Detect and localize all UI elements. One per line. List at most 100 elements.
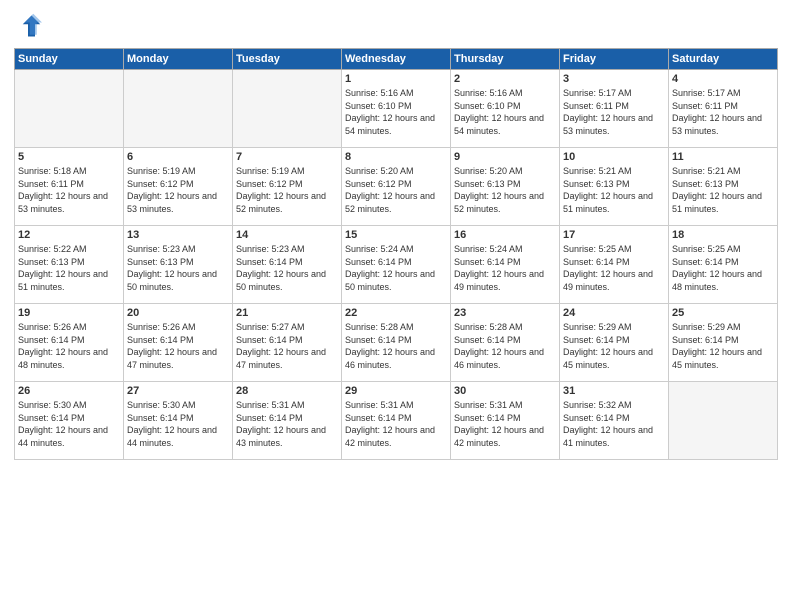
day-info: Sunrise: 5:26 AMSunset: 6:14 PMDaylight:… — [127, 321, 229, 371]
day-info: Sunrise: 5:17 AMSunset: 6:11 PMDaylight:… — [563, 87, 665, 137]
day-info: Sunrise: 5:29 AMSunset: 6:14 PMDaylight:… — [672, 321, 774, 371]
calendar-cell: 28 Sunrise: 5:31 AMSunset: 6:14 PMDayligh… — [233, 382, 342, 460]
day-number: 11 — [672, 151, 774, 163]
day-info: Sunrise: 5:31 AMSunset: 6:14 PMDaylight:… — [345, 399, 447, 449]
calendar-cell: 9 Sunrise: 5:20 AMSunset: 6:13 PMDaylight… — [451, 148, 560, 226]
calendar-cell: 5 Sunrise: 5:18 AMSunset: 6:11 PMDaylight… — [15, 148, 124, 226]
day-info: Sunrise: 5:32 AMSunset: 6:14 PMDaylight:… — [563, 399, 665, 449]
day-info: Sunrise: 5:16 AMSunset: 6:10 PMDaylight:… — [345, 87, 447, 137]
day-number: 6 — [127, 151, 229, 163]
day-number: 15 — [345, 229, 447, 241]
day-number: 19 — [18, 307, 120, 319]
day-info: Sunrise: 5:24 AMSunset: 6:14 PMDaylight:… — [345, 243, 447, 293]
day-info: Sunrise: 5:27 AMSunset: 6:14 PMDaylight:… — [236, 321, 338, 371]
day-number: 29 — [345, 385, 447, 397]
day-number: 24 — [563, 307, 665, 319]
day-number: 23 — [454, 307, 556, 319]
day-info: Sunrise: 5:31 AMSunset: 6:14 PMDaylight:… — [236, 399, 338, 449]
calendar-week-row: 5 Sunrise: 5:18 AMSunset: 6:11 PMDaylight… — [15, 148, 778, 226]
calendar-cell: 17Sunrise: 5:25 AMSunset: 6:14 PMDayligh… — [560, 226, 669, 304]
calendar-cell: 23 Sunrise: 5:28 AMSunset: 6:14 PMDayligh… — [451, 304, 560, 382]
weekday-header: Saturday — [669, 49, 778, 70]
calendar-cell: 27 Sunrise: 5:30 AMSunset: 6:14 PMDayligh… — [124, 382, 233, 460]
day-number: 25 — [672, 307, 774, 319]
day-number: 13 — [127, 229, 229, 241]
calendar-week-row: 19 Sunrise: 5:26 AMSunset: 6:14 PMDayligh… — [15, 304, 778, 382]
calendar-cell: 3Sunrise: 5:17 AMSunset: 6:11 PMDaylight… — [560, 70, 669, 148]
day-number: 9 — [454, 151, 556, 163]
day-info: Sunrise: 5:31 AMSunset: 6:14 PMDaylight:… — [454, 399, 556, 449]
day-number: 2 — [454, 73, 556, 85]
calendar-cell: 26Sunrise: 5:30 AMSunset: 6:14 PMDayligh… — [15, 382, 124, 460]
calendar-cell: 14 Sunrise: 5:23 AMSunset: 6:14 PMDayligh… — [233, 226, 342, 304]
weekday-header: Monday — [124, 49, 233, 70]
calendar-week-row: 1 Sunrise: 5:16 AMSunset: 6:10 PMDaylight… — [15, 70, 778, 148]
day-info: Sunrise: 5:21 AMSunset: 6:13 PMDaylight:… — [563, 165, 665, 215]
day-info: Sunrise: 5:23 AMSunset: 6:14 PMDaylight:… — [236, 243, 338, 293]
calendar-cell: 15 Sunrise: 5:24 AMSunset: 6:14 PMDayligh… — [342, 226, 451, 304]
calendar-cell: 21 Sunrise: 5:27 AMSunset: 6:14 PMDayligh… — [233, 304, 342, 382]
calendar-cell: 11 Sunrise: 5:21 AMSunset: 6:13 PMDayligh… — [669, 148, 778, 226]
day-info: Sunrise: 5:25 AMSunset: 6:14 PMDaylight:… — [672, 243, 774, 293]
day-number: 21 — [236, 307, 338, 319]
calendar-cell: 8 Sunrise: 5:20 AMSunset: 6:12 PMDaylight… — [342, 148, 451, 226]
calendar-cell: 16 Sunrise: 5:24 AMSunset: 6:14 PMDayligh… — [451, 226, 560, 304]
day-info: Sunrise: 5:20 AMSunset: 6:13 PMDaylight:… — [454, 165, 556, 215]
weekday-header: Friday — [560, 49, 669, 70]
day-number: 18 — [672, 229, 774, 241]
day-info: Sunrise: 5:28 AMSunset: 6:14 PMDaylight:… — [345, 321, 447, 371]
calendar-week-row: 26 Sunrise: 5:30 AMSunset: 6:14 PMDayligh… — [15, 382, 778, 460]
day-number: 14 — [236, 229, 338, 241]
calendar-cell: 2Sunrise: 5:16 AMSunset: 6:10 PMDaylight… — [451, 70, 560, 148]
calendar-week-row: 12 Sunrise: 5:22 AMSunset: 6:13 PMDayligh… — [15, 226, 778, 304]
day-number: 30 — [454, 385, 556, 397]
calendar-cell: 25 Sunrise: 5:29 AMSunset: 6:14 PMDayligh… — [669, 304, 778, 382]
calendar-cell: 22 Sunrise: 5:28 AMSunset: 6:14 PMDayligh… — [342, 304, 451, 382]
calendar-cell: 30 Sunrise: 5:31 AMSunset: 6:14 PMDayligh… — [451, 382, 560, 460]
day-info: Sunrise: 5:23 AMSunset: 6:13 PMDaylight:… — [127, 243, 229, 293]
day-number: 10 — [563, 151, 665, 163]
page-header — [14, 12, 778, 40]
day-number: 20 — [127, 307, 229, 319]
calendar-cell: 19 Sunrise: 5:26 AMSunset: 6:14 PMDayligh… — [15, 304, 124, 382]
calendar-cell: 4Sunrise: 5:17 AMSunset: 6:11 PMDaylight… — [669, 70, 778, 148]
day-info: Sunrise: 5:30 AMSunset: 6:14 PMDaylight:… — [127, 399, 229, 449]
day-number: 1 — [345, 73, 447, 85]
day-info: Sunrise: 5:22 AMSunset: 6:13 PMDaylight:… — [18, 243, 120, 293]
calendar-cell: 1 Sunrise: 5:16 AMSunset: 6:10 PMDaylight… — [342, 70, 451, 148]
day-info: Sunrise: 5:26 AMSunset: 6:14 PMDaylight:… — [18, 321, 120, 371]
day-info: Sunrise: 5:18 AMSunset: 6:11 PMDaylight:… — [18, 165, 120, 215]
day-info: Sunrise: 5:24 AMSunset: 6:14 PMDaylight:… — [454, 243, 556, 293]
day-number: 31 — [563, 385, 665, 397]
day-number: 16 — [454, 229, 556, 241]
calendar-cell: 6 Sunrise: 5:19 AMSunset: 6:12 PMDaylight… — [124, 148, 233, 226]
day-number: 28 — [236, 385, 338, 397]
day-number: 22 — [345, 307, 447, 319]
day-info: Sunrise: 5:17 AMSunset: 6:11 PMDaylight:… — [672, 87, 774, 137]
day-info: Sunrise: 5:21 AMSunset: 6:13 PMDaylight:… — [672, 165, 774, 215]
day-number: 5 — [18, 151, 120, 163]
day-number: 7 — [236, 151, 338, 163]
calendar-cell: 10 Sunrise: 5:21 AMSunset: 6:13 PMDayligh… — [560, 148, 669, 226]
day-number: 26 — [18, 385, 120, 397]
calendar-cell — [233, 70, 342, 148]
logo-icon — [14, 12, 42, 40]
day-number: 8 — [345, 151, 447, 163]
weekday-header: Thursday — [451, 49, 560, 70]
weekday-header: Wednesday — [342, 49, 451, 70]
logo — [14, 12, 46, 40]
day-info: Sunrise: 5:28 AMSunset: 6:14 PMDaylight:… — [454, 321, 556, 371]
day-info: Sunrise: 5:20 AMSunset: 6:12 PMDaylight:… — [345, 165, 447, 215]
calendar-cell: 29 Sunrise: 5:31 AMSunset: 6:14 PMDayligh… — [342, 382, 451, 460]
day-number: 17 — [563, 229, 665, 241]
day-number: 27 — [127, 385, 229, 397]
calendar-cell: 31 Sunrise: 5:32 AMSunset: 6:14 PMDayligh… — [560, 382, 669, 460]
calendar-cell — [124, 70, 233, 148]
day-number: 12 — [18, 229, 120, 241]
calendar-cell: 18 Sunrise: 5:25 AMSunset: 6:14 PMDayligh… — [669, 226, 778, 304]
page-container: SundayMondayTuesdayWednesdayThursdayFrid… — [0, 0, 792, 612]
calendar-cell: 12 Sunrise: 5:22 AMSunset: 6:13 PMDayligh… — [15, 226, 124, 304]
calendar-cell — [15, 70, 124, 148]
day-info: Sunrise: 5:29 AMSunset: 6:14 PMDaylight:… — [563, 321, 665, 371]
day-info: Sunrise: 5:19 AMSunset: 6:12 PMDaylight:… — [127, 165, 229, 215]
